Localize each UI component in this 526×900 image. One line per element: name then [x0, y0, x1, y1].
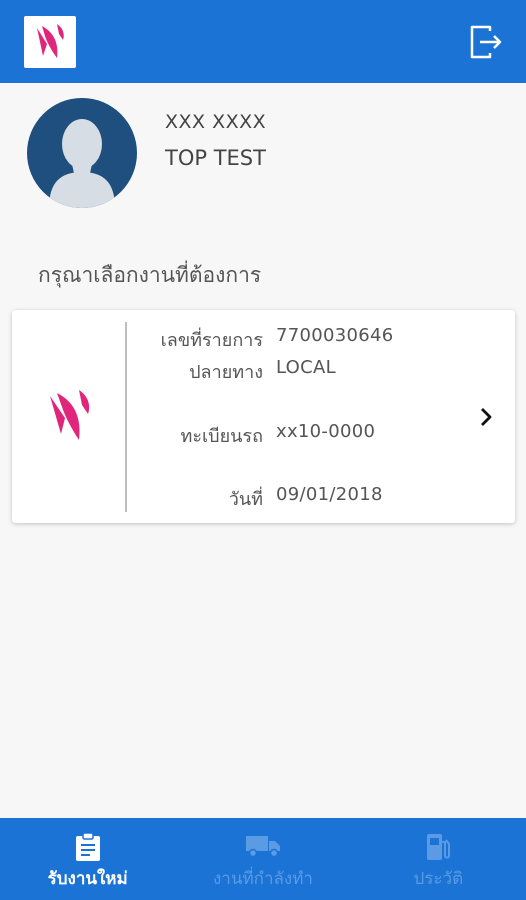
nav-label: รับงานใหม่: [47, 869, 128, 889]
logout-icon: [470, 25, 502, 59]
logout-button[interactable]: [467, 22, 505, 62]
bottom-nav: รับงานใหม่ งานที่กำลังทำ ประวัติ: [0, 818, 526, 900]
item-no-value: 7700030646: [276, 325, 394, 346]
plate-label: ทะเบียนรถ: [180, 426, 263, 447]
date-label: วันที่: [228, 489, 263, 510]
card-divider: [125, 322, 127, 512]
profile-section: XXX XXXX TOP TEST: [0, 83, 526, 233]
nav-label: ประวัติ: [413, 869, 464, 889]
destination-label: ปลายทาง: [189, 362, 263, 383]
nav-tab-in-progress[interactable]: งานที่กำลังทำ: [175, 818, 350, 900]
nav-tab-new-jobs[interactable]: รับงานใหม่: [0, 818, 175, 900]
truck-icon: [245, 836, 280, 858]
fuel-pump-icon: [427, 834, 451, 860]
nav-tab-history[interactable]: ประวัติ: [351, 818, 526, 900]
app-header: [0, 0, 526, 83]
user-id: XXX XXXX: [165, 111, 267, 133]
brand-logo: [24, 16, 76, 68]
brand-logo-icon: [37, 24, 64, 58]
date-value: 09/01/2018: [276, 484, 383, 505]
select-job-prompt: กรุณาเลือกงานที่ต้องการ: [38, 263, 262, 287]
user-name: TOP TEST: [165, 146, 266, 170]
item-no-label: เลขที่รายการ: [160, 330, 263, 351]
user-silhouette-icon: [49, 119, 115, 208]
plate-value: xx10-0000: [276, 421, 376, 442]
clipboard-icon: [75, 832, 100, 861]
job-card[interactable]: เลขที่รายการ 7700030646 ปลายทาง LOCAL ทะ…: [12, 310, 515, 523]
avatar: [27, 98, 137, 208]
brand-logo-icon: [50, 390, 90, 440]
nav-label: งานที่กำลังทำ: [213, 869, 313, 889]
chevron-right-icon[interactable]: [478, 406, 494, 428]
destination-value: LOCAL: [276, 357, 336, 378]
